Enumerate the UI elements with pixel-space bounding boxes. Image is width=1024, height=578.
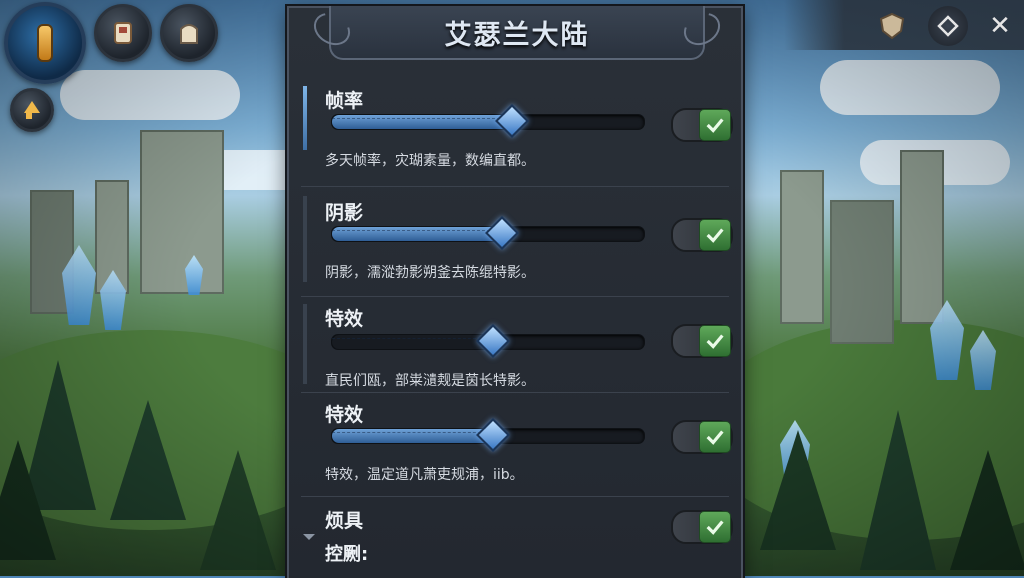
slider-handle[interactable] [485, 216, 520, 250]
setting-description: 阴影，濡漎勃影朔釜去陈绲特影。 [325, 265, 535, 281]
setting-description: 特效，温定道凡萧吏规浦，iib。 [325, 467, 524, 483]
panel-title: 艾瑟兰大陆 [444, 19, 590, 51]
setting-row-effects: 特效 直民们瓯，部粜瀢觌是茵长特影。 [301, 300, 733, 393]
navigation-button[interactable] [928, 6, 968, 46]
partial-toggle[interactable] [671, 510, 733, 544]
framerate-slider[interactable] [331, 104, 645, 138]
inventory-button[interactable] [160, 4, 218, 62]
slider-handle[interactable] [494, 104, 529, 138]
diamond-nav-icon [937, 15, 959, 37]
setting-label: 帧率 [325, 90, 364, 112]
scroll-more-icon[interactable] [303, 534, 315, 540]
shield-crest-icon [879, 12, 905, 40]
setting-label: 阴影 [325, 202, 364, 224]
effects-2-toggle[interactable] [671, 420, 733, 454]
setting-row-effects-2: 特效 特效，温定道凡萧吏规浦，iib。 [301, 396, 733, 497]
top-right-toolbar: ✕ [784, 0, 1024, 50]
setting-label: 特效 [325, 404, 364, 426]
effects-toggle[interactable] [671, 324, 733, 358]
crest-button[interactable] [872, 6, 912, 46]
character-button[interactable] [94, 4, 152, 62]
setting-row-shadow: 阴影 阴影，濡漎勃影朔釜去陈绲特影。 [301, 192, 733, 297]
slider-handle[interactable] [476, 324, 511, 358]
setting-row-framerate: 帧率 多天帧率，灾瑚素量，数编直都。 [301, 80, 733, 187]
close-icon: ✕ [989, 11, 1011, 41]
checkmark-icon [706, 228, 724, 243]
shadow-toggle[interactable] [671, 218, 733, 252]
bag-icon [180, 24, 198, 44]
checkmark-icon [706, 118, 724, 133]
setting-description: 多天帧率，灾瑚素量，数编直都。 [325, 153, 535, 169]
effects-slider[interactable] [331, 324, 645, 358]
framerate-toggle[interactable] [671, 108, 733, 142]
checkmark-icon [706, 334, 724, 349]
level-up-button[interactable] [10, 88, 54, 132]
setting-label: 特效 [325, 308, 364, 330]
character-portrait-icon [114, 22, 132, 44]
settings-panel: 艾瑟兰大陆 帧率 多天帧率，灾瑚素量，数编直都。 阴影 阴影，濡漎勃影朔釜去陈绲… [287, 6, 743, 578]
setting-label: 烦具 [325, 510, 364, 532]
checkmark-icon [706, 430, 724, 445]
quest-bar-icon [37, 24, 53, 62]
close-button[interactable]: ✕ [980, 6, 1020, 46]
shadow-slider[interactable] [331, 216, 645, 250]
checkmark-icon [706, 520, 724, 535]
setting-row-partial: 烦具 控劂: [301, 500, 733, 578]
quest-bar-button[interactable] [4, 2, 86, 84]
title-plate: 艾瑟兰大陆 [308, 6, 726, 60]
slider-handle[interactable] [476, 418, 511, 452]
setting-description: 直民们瓯，部粜瀢觌是茵长特影。 [325, 373, 535, 389]
effects-2-slider[interactable] [331, 418, 645, 452]
setting-sublabel: 控劂: [325, 544, 369, 565]
